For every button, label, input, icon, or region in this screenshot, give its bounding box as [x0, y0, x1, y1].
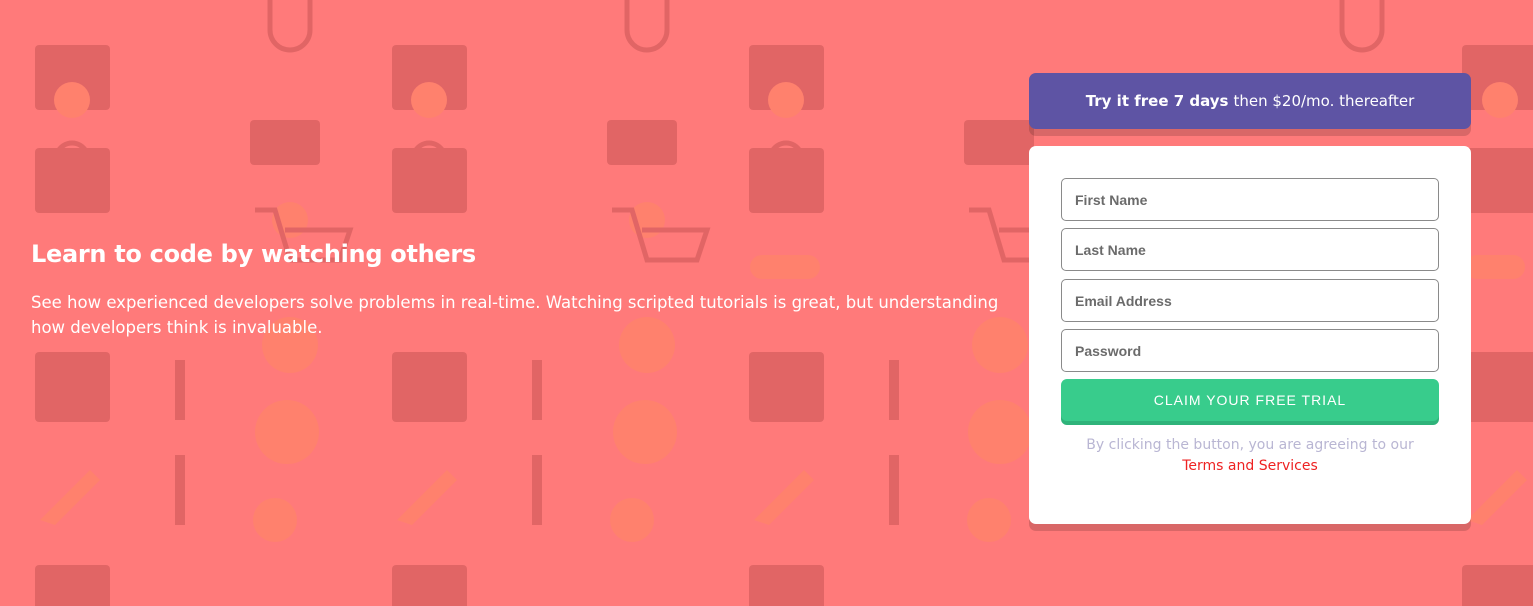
- promo-bold-text: Try it free 7 days: [1085, 92, 1229, 110]
- password-input[interactable]: [1061, 329, 1439, 372]
- signup-form: CLAIM YOUR FREE TRIAL By clicking the bu…: [1029, 146, 1471, 524]
- first-name-input[interactable]: [1061, 178, 1439, 221]
- hero-section: Learn to code by watching others See how…: [31, 240, 1021, 340]
- claim-free-trial-button[interactable]: CLAIM YOUR FREE TRIAL: [1061, 379, 1439, 421]
- terms-notice: By clicking the button, you are agreeing…: [1029, 435, 1471, 477]
- promo-banner: Try it free 7 days then $20/mo. thereaft…: [1029, 73, 1471, 129]
- promo-rest-text: then $20/mo. thereafter: [1233, 92, 1415, 110]
- terms-text: By clicking the button, you are agreeing…: [1086, 437, 1414, 453]
- last-name-input[interactable]: [1061, 228, 1439, 271]
- terms-link[interactable]: Terms and Services: [1029, 456, 1471, 477]
- hero-description: See how experienced developers solve pro…: [31, 293, 999, 337]
- email-input[interactable]: [1061, 279, 1439, 322]
- hero-title: Learn to code by watching others: [31, 240, 476, 268]
